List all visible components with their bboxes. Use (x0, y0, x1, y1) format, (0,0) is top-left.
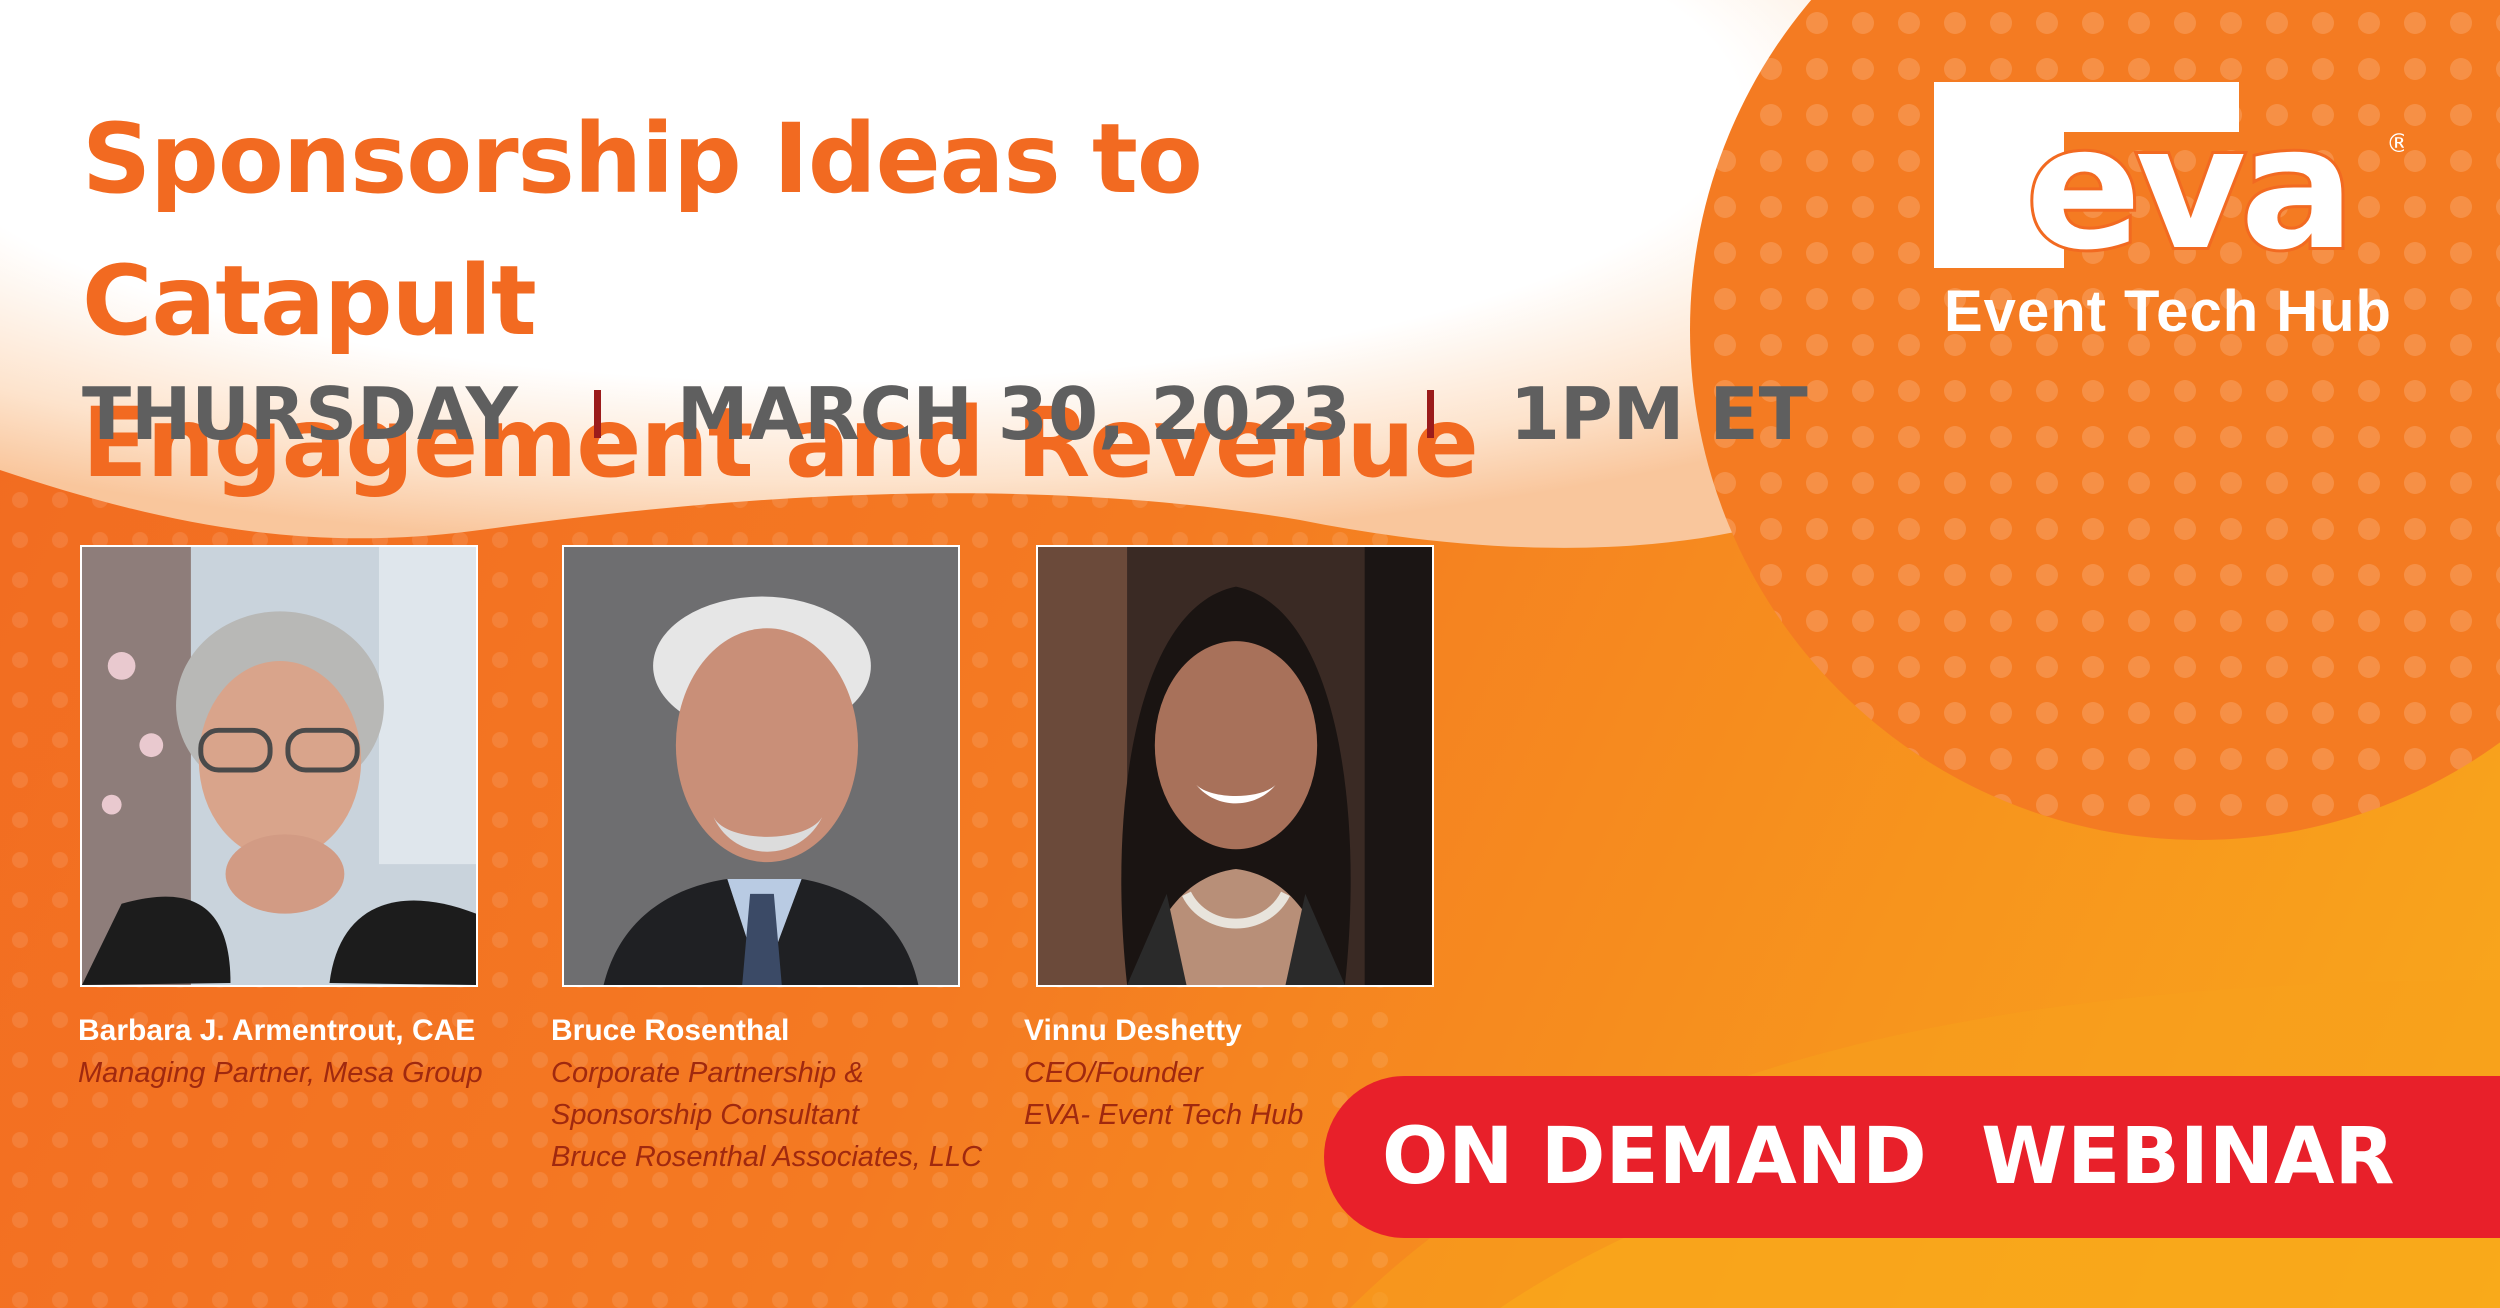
event-day: THURSDAY (82, 372, 518, 456)
event-date: MARCH 30, 2023 (676, 372, 1351, 456)
webinar-banner: Sponsorship Ideas to Catapult Engagement… (0, 0, 2500, 1308)
speaker-caption-1: Barbara J. Armentrout, CAE Managing Part… (78, 1010, 538, 1094)
speaker-role-line: Sponsorship Consultant (551, 1099, 859, 1131)
eva-logo: eva ® Event Tech Hub (1934, 82, 2414, 362)
separator-bar (593, 390, 601, 438)
speaker-photo-bruce (562, 545, 960, 987)
speaker-photo-barbara (80, 545, 478, 987)
speaker-caption-2: Bruce Rosenthal Corporate Partnership & … (551, 1010, 1011, 1178)
speaker-role-line: Managing Partner, Mesa Group (78, 1057, 483, 1089)
speaker-photo-vinnu (1036, 545, 1434, 987)
event-date-row: THURSDAY MARCH 30, 2023 1PM ET (82, 364, 1808, 464)
speaker-role-line: Corporate Partnership & (551, 1057, 864, 1089)
title-line-1: Sponsorship Ideas to Catapult (82, 103, 1203, 357)
speaker-name: Barbara J. Armentrout, CAE (78, 1014, 476, 1047)
eva-logo-wordmark: eva (2026, 90, 2349, 272)
speaker-name: Vinnu Deshetty (1024, 1014, 1242, 1047)
logo-tagline: Event Tech Hub (1944, 279, 2392, 344)
registered-mark: ® (2386, 129, 2404, 159)
eva-logo-mark: eva ® (1934, 82, 2404, 272)
on-demand-webinar-badge: ON DEMAND WEBINAR (1324, 1076, 2500, 1238)
speaker-name: Bruce Rosenthal (551, 1014, 790, 1047)
event-time: 1PM ET (1509, 372, 1808, 456)
separator-bar (1426, 390, 1434, 438)
speaker-role-line: Bruce Rosenthal Associates, LLC (551, 1141, 982, 1173)
